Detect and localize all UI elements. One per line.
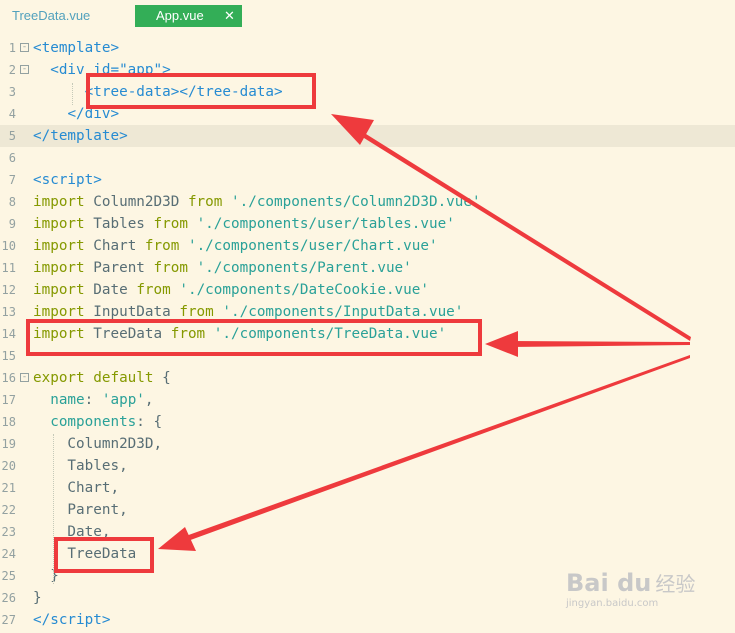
arrow-to-component xyxy=(183,355,690,542)
annotation-arrows xyxy=(158,114,691,551)
watermark-brand: Bai du xyxy=(566,569,652,597)
watermark-url: jingyan.baidu.com xyxy=(566,598,659,609)
watermark-cn: 经验 xyxy=(655,572,696,596)
arrowhead-template xyxy=(331,114,374,145)
arrow-to-import xyxy=(510,341,690,347)
arrowhead-import xyxy=(485,331,518,357)
arrowhead-component xyxy=(158,527,196,551)
baidu-watermark-logo: Bai du 经验 jingyan.baidu.com xyxy=(566,568,696,609)
arrow-to-template xyxy=(356,129,691,341)
